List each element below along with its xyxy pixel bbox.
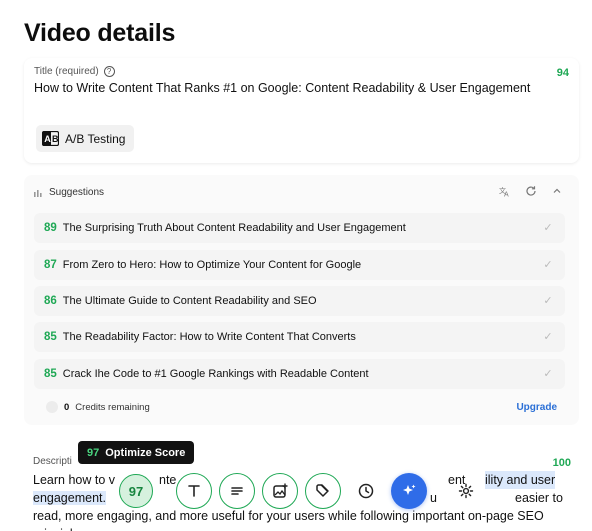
suggestion-text: The Readability Factor: How to Write Con… [62, 331, 356, 343]
check-icon[interactable]: ✓ [541, 294, 555, 308]
suggestion-item[interactable]: 89 The Surprising Truth About Content Re… [34, 213, 565, 243]
align-left-icon [231, 487, 243, 495]
suggestion-text: The Surprising Truth About Content Reada… [62, 222, 406, 234]
question-circle-icon[interactable]: ? [103, 66, 115, 77]
description-fragment: engagement. [33, 491, 106, 505]
ab-testing-label: A/B Testing [65, 131, 126, 146]
gear-icon [458, 483, 474, 499]
suggestion-item[interactable]: 85 The Readability Factor: How to Write … [34, 322, 565, 352]
ab-testing-icon: A B [42, 131, 59, 146]
page-title: Video details [24, 19, 176, 47]
tags-button[interactable] [305, 473, 341, 509]
tooltip-label: Optimize Score [105, 446, 186, 459]
suggestions-header: Suggestions [33, 187, 104, 198]
suggestion-score: 89 [44, 222, 57, 234]
tooltip-score: 97 [87, 446, 100, 459]
title-label: Title (required) [34, 66, 99, 77]
thumbnail-button[interactable] [262, 473, 298, 509]
refresh-icon[interactable] [525, 185, 537, 197]
suggestion-score: 85 [44, 331, 57, 343]
suggestion-item[interactable]: 86 The Ultimate Guide to Content Readabi… [34, 286, 565, 316]
description-score: 100 [552, 457, 571, 469]
check-icon[interactable]: ✓ [541, 367, 555, 381]
tag-icon [316, 484, 329, 497]
optimize-score-button[interactable]: 97 [119, 474, 153, 508]
suggestion-item[interactable]: 85 Crack Ihe Code to #1 Google Rankings … [34, 359, 565, 389]
title-input[interactable]: How to Write Content That Ranks #1 on Go… [34, 81, 530, 95]
suggestions-icon [34, 189, 42, 197]
suggestion-text: The Ultimate Guide to Content Readabilit… [62, 295, 317, 307]
suggestion-text: From Zero to Hero: How to Optimize Your … [62, 259, 362, 271]
suggestion-item[interactable]: 87 From Zero to Hero: How to Optimize Yo… [34, 250, 565, 280]
settings-button[interactable] [448, 473, 484, 509]
text-icon [188, 485, 200, 497]
svg-text:A: A [504, 192, 509, 198]
history-button[interactable] [348, 473, 384, 509]
paragraph-button[interactable] [219, 473, 255, 509]
suggestion-score: 86 [44, 295, 57, 307]
suggestions-panel: Suggestions 文A 89 The Surprising Truth A… [24, 175, 579, 425]
svg-text:A: A [44, 134, 51, 144]
credits-text: Credits remaining [75, 401, 150, 413]
check-icon[interactable]: ✓ [541, 330, 555, 344]
title-card: Title (required) ? 94 How to Write Conte… [24, 58, 579, 163]
clock-icon [358, 483, 374, 499]
text-format-button[interactable] [176, 473, 212, 509]
credits-icon [46, 401, 58, 413]
description-fragment: easier to [515, 491, 563, 505]
upgrade-link[interactable]: Upgrade [516, 402, 557, 413]
image-add-icon [273, 483, 288, 498]
chevron-up-icon[interactable] [551, 185, 563, 197]
description-fragment: Learn how to v [33, 473, 115, 487]
suggestion-text: Crack Ihe Code to #1 Google Rankings wit… [62, 368, 369, 380]
optimize-score-tooltip: 97 Optimize Score [78, 441, 195, 464]
credits-count: 0 [64, 401, 70, 413]
sparkle-icon [403, 484, 416, 495]
ai-magic-button[interactable] [391, 473, 427, 509]
description-label: Descripti [33, 456, 72, 467]
suggestions-title: Suggestions [49, 187, 105, 198]
description-line: principles [33, 525, 573, 531]
title-label-row: Title (required) ? [34, 66, 115, 77]
title-score: 94 [556, 67, 569, 79]
credits-remaining: 0 Credits remaining [46, 401, 150, 413]
suggestion-score: 87 [44, 259, 57, 271]
suggestions-tools: 文A [499, 185, 563, 199]
check-icon[interactable]: ✓ [541, 258, 555, 272]
floating-toolbar: 97 [111, 469, 497, 515]
suggestion-score: 85 [44, 368, 57, 380]
svg-text:B: B [52, 134, 59, 144]
check-icon[interactable]: ✓ [541, 221, 555, 235]
ab-testing-button[interactable]: A B A/B Testing [36, 125, 135, 152]
translate-icon[interactable]: 文A [499, 185, 511, 199]
